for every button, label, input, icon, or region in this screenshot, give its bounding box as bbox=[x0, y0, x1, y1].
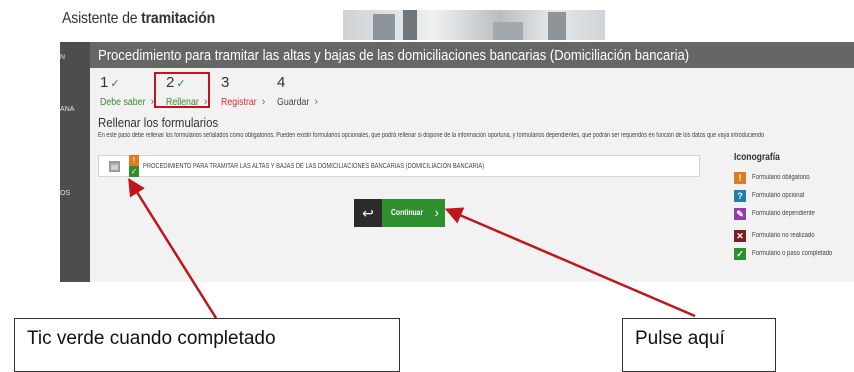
callout-green-check: Tic verde cuando completado bbox=[14, 318, 400, 372]
callout-click-here: Pulse aquí bbox=[622, 318, 776, 372]
arrow-to-continue bbox=[444, 207, 696, 318]
arrow-to-check bbox=[128, 178, 218, 319]
callout-right-text: Pulse aquí bbox=[635, 328, 725, 349]
callout-left-text: Tic verde cuando completado bbox=[27, 328, 276, 349]
annotation-arrows bbox=[128, 178, 696, 319]
